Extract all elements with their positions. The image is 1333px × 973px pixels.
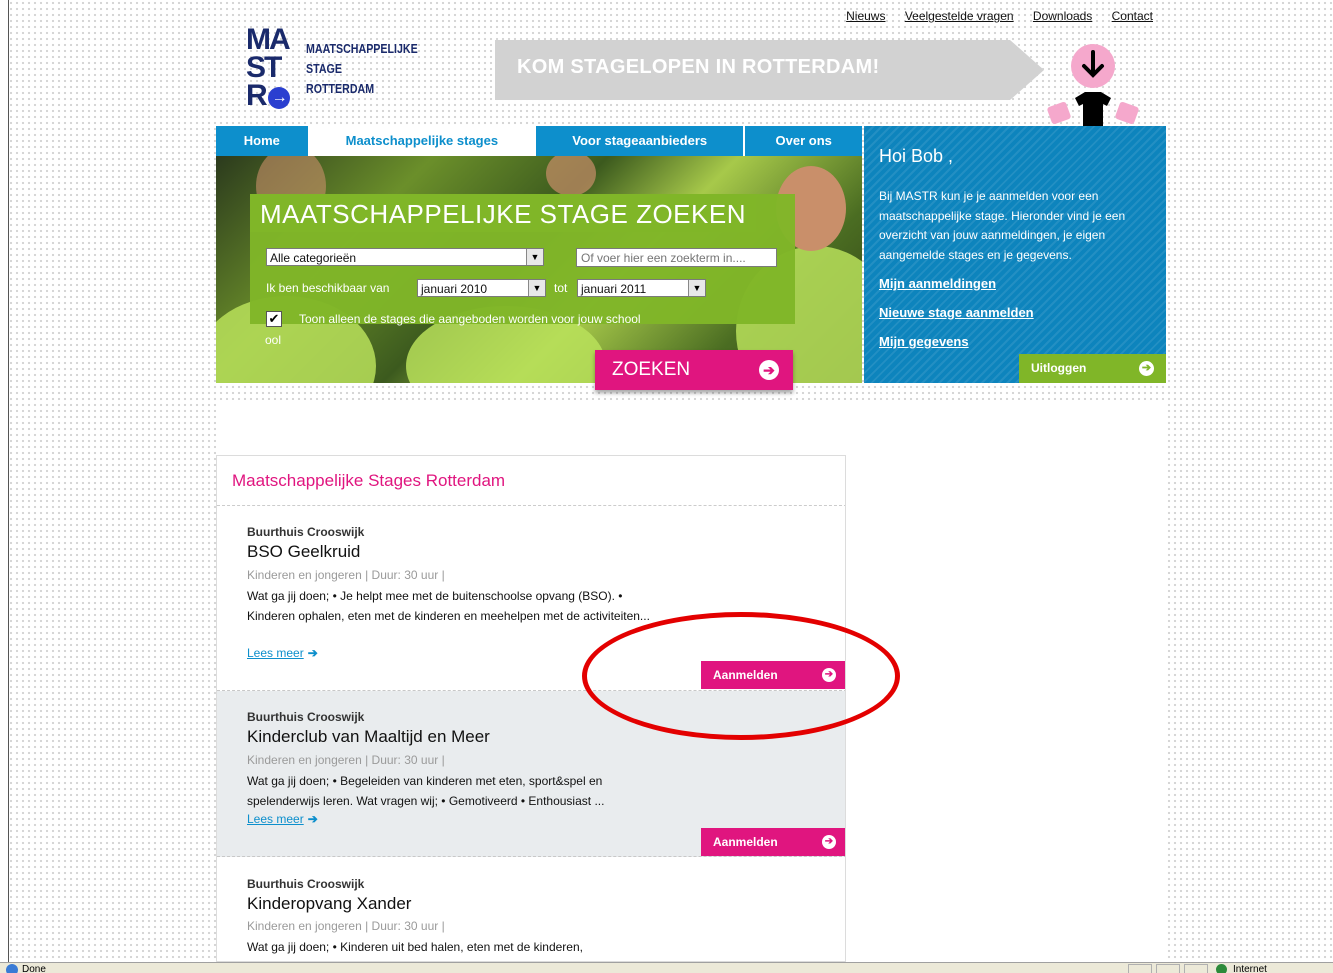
nav-over-ons[interactable]: Over ons — [745, 126, 862, 156]
nav-home[interactable]: Home — [216, 126, 310, 156]
logout-button[interactable]: Uitloggen ➔ — [1019, 354, 1166, 383]
availability-label: Ik ben beschikbaar van — [266, 281, 390, 295]
link-mijn-gegevens[interactable]: Mijn gegevens — [879, 334, 969, 349]
checkmark-icon: ✔ — [268, 311, 280, 326]
arrow-right-circle-icon: ➔ — [822, 668, 836, 682]
list-item: Buurthuis Crooswijk Kinderclub van Maalt… — [217, 691, 845, 857]
school-only-checkbox[interactable]: ✔ — [266, 311, 282, 327]
chevron-down-icon: ▼ — [528, 280, 545, 296]
link-nieuwe-stage-aanmelden[interactable]: Nieuwe stage aanmelden — [879, 305, 1034, 320]
logo-text: MAATSCHAPPELIJKE STAGE ROTTERDAM — [306, 41, 418, 96]
stage-title[interactable]: Kinderopvang Xander — [247, 894, 411, 914]
site-logo[interactable]: MA ST R → MAATSCHAPPELIJKE STAGE ROTTERDA… — [246, 23, 456, 114]
school-only-label-overflow: ool — [265, 333, 282, 347]
logo-mark: MA ST R → — [246, 23, 291, 112]
nav-voor-stageaanbieders[interactable]: Voor stageaanbieders — [536, 126, 746, 156]
arrow-right-circle-icon: ➔ — [822, 835, 836, 849]
top-link-nieuws[interactable]: Nieuws — [846, 9, 885, 23]
chevron-down-icon: ▼ — [526, 249, 543, 265]
arrow-right-circle-icon: ➔ — [759, 360, 779, 380]
apply-button[interactable]: Aanmelden ➔ — [701, 828, 845, 856]
results-panel: Maatschappelijke Stages Rotterdam Buurth… — [216, 455, 846, 962]
stage-title[interactable]: Kinderclub van Maaltijd en Meer — [247, 727, 490, 747]
logo-arrow-icon: → — [267, 87, 290, 109]
category-select[interactable]: Alle categorieën ▼ — [266, 248, 544, 266]
search-title: MAATSCHAPPELIJKE STAGE ZOEKEN — [250, 194, 756, 232]
user-panel: Hoi Bob , Bij MASTR kun je je aanmelden … — [864, 126, 1166, 383]
from-month-select[interactable]: januari 2010 ▼ — [417, 279, 546, 297]
chevron-down-icon: ▼ — [688, 280, 705, 296]
apply-button[interactable]: Aanmelden ➔ — [701, 661, 845, 689]
link-mijn-aanmeldingen[interactable]: Mijn aanmeldingen — [879, 276, 996, 291]
stage-meta: Kinderen en jongeren | Duur: 30 uur | — [247, 919, 445, 933]
stage-description: Wat ga jij doen; • Begeleiden van kinder… — [247, 774, 605, 808]
browser-status-bar: Done Internet — [0, 962, 1333, 973]
arrow-right-circle-icon: ➔ — [1139, 361, 1154, 376]
stage-description: Wat ga jij doen; • Kinderen uit bed hale… — [247, 940, 583, 954]
arrow-right-icon: ➔ — [307, 646, 318, 660]
main-nav: Home Maatschappelijke stages Voor stagea… — [216, 126, 862, 156]
window-border — [8, 0, 9, 962]
stage-title[interactable]: BSO Geelkruid — [247, 542, 360, 562]
stage-description: Wat ga jij doen; • Je helpt mee met de b… — [247, 589, 650, 623]
organization-name: Buurthuis Crooswijk — [247, 525, 365, 539]
to-month-select[interactable]: januari 2011 ▼ — [577, 279, 706, 297]
school-only-label: Toon alleen de stages die aangeboden wor… — [299, 312, 641, 326]
top-link-downloads[interactable]: Downloads — [1033, 9, 1092, 23]
to-label: tot — [554, 281, 568, 295]
arrow-right-icon: ➔ — [307, 812, 318, 826]
mascot-icon — [1047, 44, 1139, 132]
top-link-faq[interactable]: Veelgestelde vragen — [905, 9, 1014, 23]
stage-meta: Kinderen en jongeren | Duur: 30 uur | — [247, 568, 445, 582]
top-links: Nieuws Veelgestelde vragen Downloads Con… — [830, 9, 1153, 23]
nav-maatschappelijke-stages[interactable]: Maatschappelijke stages — [309, 126, 537, 156]
greeting: Hoi Bob , — [879, 146, 954, 166]
banner-text: KOM STAGELOPEN IN ROTTERDAM! — [517, 56, 880, 78]
list-item: Buurthuis Crooswijk Kinderopvang Xander … — [217, 857, 845, 961]
read-more-link[interactable]: Lees meer ➔ — [247, 646, 318, 660]
organization-name: Buurthuis Crooswijk — [247, 710, 365, 724]
organization-name: Buurthuis Crooswijk — [247, 877, 365, 891]
search-button[interactable]: ZOEKEN ➔ — [595, 350, 793, 390]
top-link-contact[interactable]: Contact — [1112, 9, 1153, 23]
search-input[interactable] — [576, 248, 777, 267]
read-more-link[interactable]: Lees meer ➔ — [247, 812, 318, 826]
list-item: Buurthuis Crooswijk BSO Geelkruid Kinder… — [217, 506, 845, 691]
promo-banner: KOM STAGELOPEN IN ROTTERDAM! — [495, 40, 1044, 100]
intro-text: Bij MASTR kun je je aanmelden voor een m… — [879, 189, 1126, 262]
results-title: Maatschappelijke Stages Rotterdam — [232, 471, 506, 490]
stage-meta: Kinderen en jongeren | Duur: 30 uur | — [247, 753, 445, 767]
